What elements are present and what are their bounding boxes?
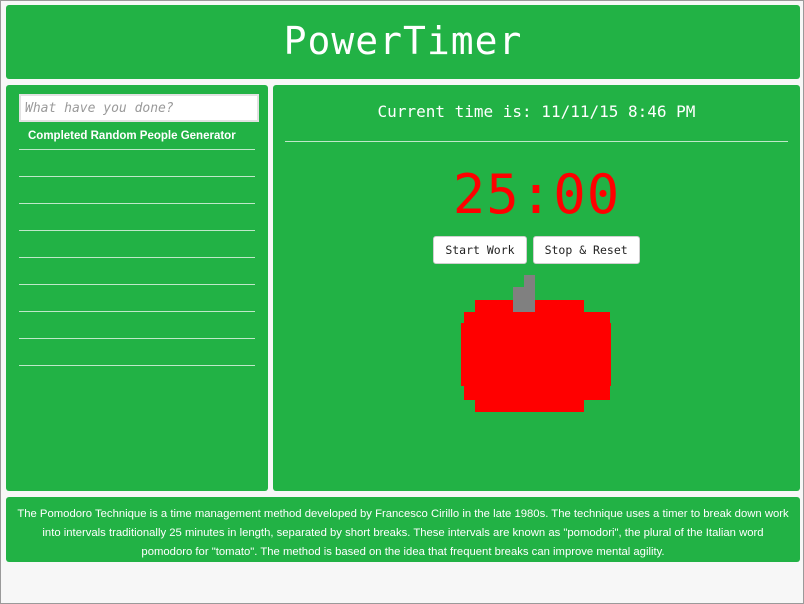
task-item: [19, 177, 255, 204]
stop-reset-button[interactable]: Stop & Reset: [532, 236, 640, 264]
footer: The Pomodoro Technique is a time managem…: [6, 497, 800, 562]
task-item: [19, 312, 255, 339]
timer-controls: Start Work Stop & Reset: [273, 236, 800, 264]
task-item: Completed Random People Generator: [19, 123, 255, 150]
header: PowerTimer: [6, 5, 800, 79]
sidebar: Completed Random People Generator: [6, 85, 268, 491]
task-item: [19, 150, 255, 177]
task-list: Completed Random People Generator: [19, 123, 255, 366]
pomodoro-description: The Pomodoro Technique is a time managem…: [17, 508, 789, 558]
task-item: [19, 258, 255, 285]
task-item: [19, 285, 255, 312]
divider: [285, 141, 788, 142]
app-title: PowerTimer: [283, 19, 523, 63]
task-item: [19, 231, 255, 258]
timer-panel: Current time is: 11/11/15 8:46 PM 25:00 …: [273, 85, 800, 491]
timer-display: 25:00: [452, 163, 621, 226]
tomato-pixel-icon: [461, 275, 611, 412]
current-time: Current time is: 11/11/15 8:46 PM: [377, 102, 696, 121]
start-work-button[interactable]: Start Work: [433, 236, 527, 264]
task-item: [19, 339, 255, 366]
task-item: [19, 204, 255, 231]
app-window: PowerTimer Completed Random People Gener…: [0, 0, 804, 604]
done-input[interactable]: [19, 94, 259, 122]
